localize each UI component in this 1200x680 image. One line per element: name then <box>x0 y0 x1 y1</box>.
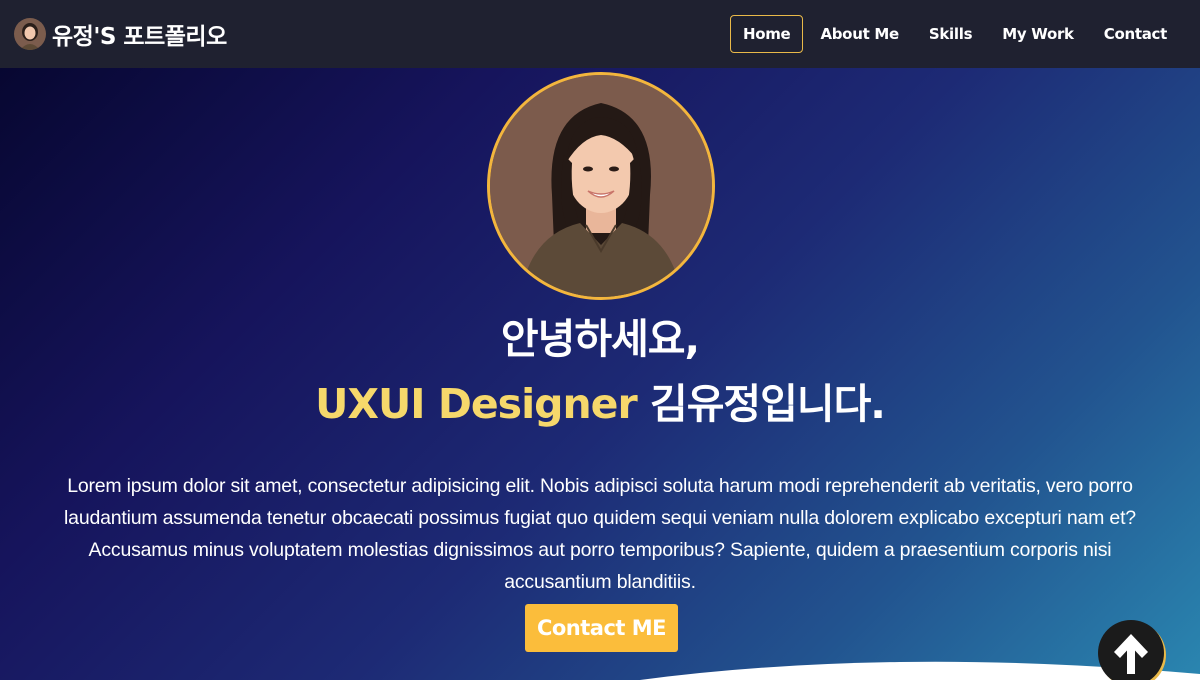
scroll-to-top-button[interactable] <box>1098 620 1164 680</box>
brand-link[interactable]: 유정'S 포트폴리오 <box>14 17 227 51</box>
hero-greeting: 안녕하세요, <box>500 315 700 363</box>
hero-intro-text: Lorem ipsum dolor sit amet, consectetur … <box>64 474 1136 593</box>
nav-item-skills[interactable]: Skills <box>916 15 985 53</box>
nav-item-home[interactable]: Home <box>729 15 804 53</box>
navbar: 유정'S 포트폴리오 Home About Me Skills My Work … <box>0 0 1200 68</box>
hero-title: UXUI Designer 김유정입니다. <box>0 378 1200 430</box>
profile-photo <box>487 72 715 300</box>
hero-title-highlight: UXUI Designer <box>315 380 638 428</box>
hero-section: 안녕하세요, UXUI Designer 김유정입니다. Lorem ipsum… <box>0 68 1200 680</box>
site-title: 유정'S 포트폴리오 <box>52 24 227 50</box>
nav-item-about-me[interactable]: About Me <box>807 15 911 53</box>
nav-item-contact[interactable]: Contact <box>1091 15 1180 53</box>
contact-me-button[interactable]: Contact ME <box>525 604 678 652</box>
nav-menu: Home About Me Skills My Work Contact <box>729 15 1180 53</box>
arrow-up-icon <box>1114 634 1148 674</box>
nav-item-my-work[interactable]: My Work <box>989 15 1087 53</box>
profile-avatar-icon <box>14 18 46 50</box>
hero-title-name: 김유정입니다. <box>636 380 886 428</box>
wave-divider <box>640 661 1200 680</box>
